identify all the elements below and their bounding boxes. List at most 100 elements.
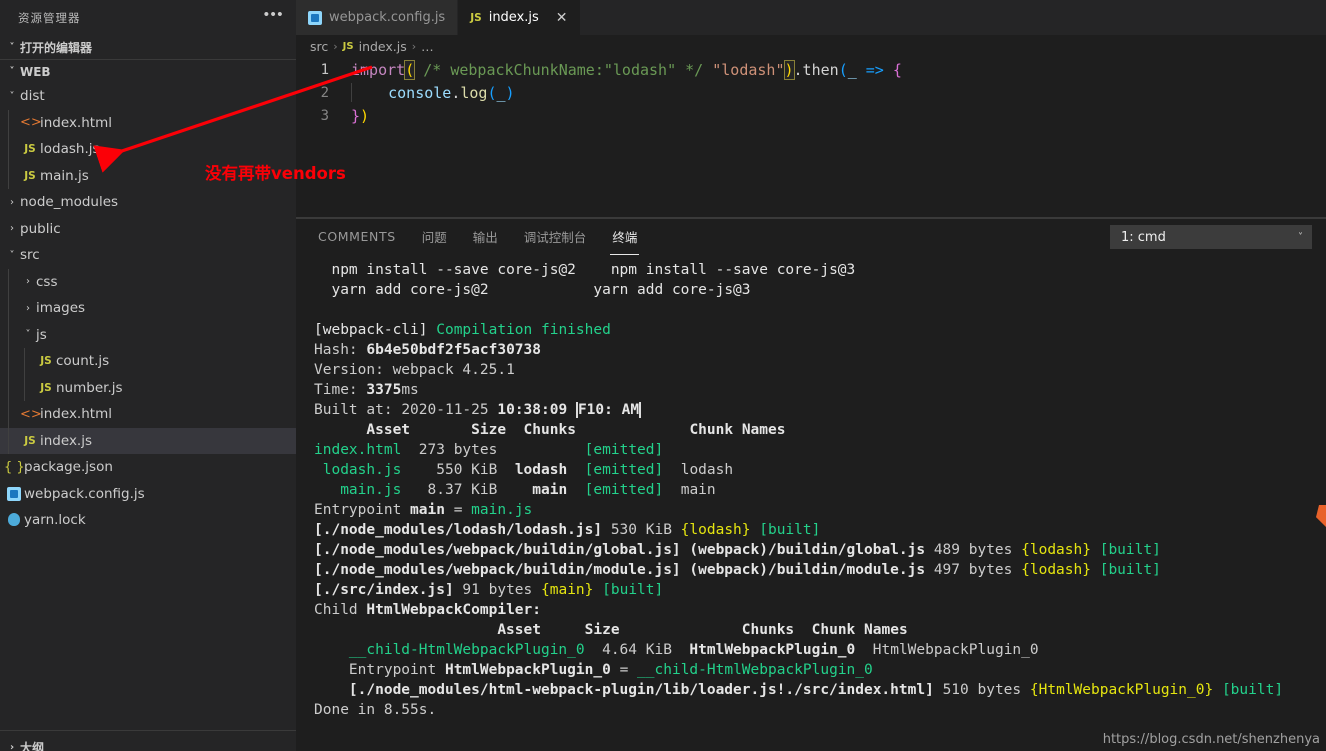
chevron-down-icon[interactable]: ˅: [4, 250, 20, 261]
chevron-down-icon[interactable]: ˅: [20, 329, 36, 340]
terminal-line: index.html 273 bytes [emitted]: [314, 440, 1326, 460]
term-yarn2: yarn add core-js@2: [331, 282, 489, 298]
chevron-right-icon[interactable]: ›: [4, 197, 20, 208]
tree-item-index-html[interactable]: <> index.html: [0, 401, 296, 428]
terminal-line: Child HtmlWebpackCompiler:: [314, 600, 1326, 620]
terminal-selector-value: 1: cmd: [1121, 229, 1166, 245]
close-icon[interactable]: ✕: [556, 11, 568, 25]
term-asset-emitted: [emitted]: [584, 482, 664, 498]
term-child-entry-name: HtmlWebpackPlugin_0: [444, 662, 611, 678]
term-time-label: Time:: [314, 382, 358, 398]
tab-webpack-config[interactable]: webpack.config.js: [296, 0, 459, 35]
breadcrumb-item-symbols[interactable]: …: [421, 39, 434, 54]
tree-item-index-html[interactable]: <> index.html: [0, 109, 296, 136]
tab-index-js[interactable]: JS index.js ✕: [458, 0, 581, 35]
term-child-mod-chunk: {HtmlWebpackPlugin_0}: [1029, 682, 1214, 698]
code-token-string: "lodash": [712, 60, 785, 79]
tree-item-lodash-js[interactable]: JS lodash.js: [0, 136, 296, 163]
tab-comments[interactable]: COMMENTS: [316, 221, 398, 253]
tree-item-js[interactable]: ˅ js: [0, 321, 296, 348]
terminal-line: Asset Size Chunks Chunk Names: [314, 620, 1326, 640]
code-token-import: import: [351, 60, 406, 79]
code-token-log: log: [460, 84, 488, 102]
chevron-right-icon: ›: [333, 40, 338, 53]
chevron-down-icon: ˅: [1298, 231, 1303, 243]
term-npm3: npm install --save core-js@3: [610, 262, 856, 278]
tree-item-dist[interactable]: ˅ dist: [0, 83, 296, 110]
chevron-right-icon[interactable]: ›: [20, 303, 36, 314]
tree-item-src[interactable]: ˅ src: [0, 242, 296, 269]
tree-item-yarn-lock[interactable]: yarn.lock: [0, 507, 296, 534]
tab-terminal[interactable]: 终端: [610, 219, 640, 255]
term-entry-value: main.js: [471, 502, 533, 518]
term-asset-names: main: [680, 482, 716, 498]
tree-item-package-json[interactable]: { } package.json: [0, 454, 296, 481]
sidebar-section-label: 打开的编辑器: [20, 40, 93, 55]
tree-indent-guide: [8, 268, 9, 295]
js-icon: JS: [342, 41, 354, 52]
tree-item-number-js[interactable]: JS number.js: [0, 374, 296, 401]
ellipsis-icon[interactable]: •••: [264, 7, 284, 26]
term-asset-name: index.html: [314, 442, 402, 458]
js-icon: JS: [24, 434, 36, 447]
outline-section[interactable]: › 大纲: [0, 730, 296, 751]
breadcrumb: src › JS index.js › …: [296, 35, 1326, 58]
webpack-icon: [4, 486, 24, 501]
sidebar-section-open-editors[interactable]: ˅ 打开的编辑器: [0, 35, 296, 59]
chevron-right-icon: ›: [9, 741, 15, 751]
editor-tabbar: webpack.config.js JS index.js ✕: [296, 0, 1326, 35]
breadcrumb-item-src[interactable]: src: [310, 39, 328, 54]
term-entry-name: main: [410, 502, 445, 518]
tree-item-label: number.js: [56, 379, 123, 396]
terminal-line: Hash: 6b4e50bdf2f5acf30738: [314, 340, 1326, 360]
tree-item-label: count.js: [56, 353, 110, 370]
term-cli-prefix: [webpack-cli]: [314, 322, 428, 338]
chevron-down-icon[interactable]: ˅: [4, 91, 20, 102]
code-token-then: .then: [793, 60, 839, 79]
term-mod-built: [built]: [1099, 562, 1161, 578]
chevron-down-icon: ˅: [9, 41, 15, 53]
tree-item-css[interactable]: › css: [0, 268, 296, 295]
tab-problems[interactable]: 问题: [420, 219, 449, 255]
sidebar-section-outline[interactable]: › 大纲: [0, 735, 296, 751]
tree-item-index-js[interactable]: JS index.js: [0, 427, 296, 454]
chevron-right-icon[interactable]: ›: [4, 223, 20, 234]
term-version-label: Version:: [314, 362, 384, 378]
term-mod-chunk: {lodash}: [1021, 542, 1091, 558]
sidebar-section-web[interactable]: ˅ WEB: [0, 59, 296, 83]
tab-debug-console[interactable]: 调试控制台: [522, 219, 589, 255]
code-token-paren-close: ): [783, 59, 795, 80]
tree-item-webpack-config-js[interactable]: webpack.config.js: [0, 481, 296, 508]
tree-item-node-modules[interactable]: › node_modules: [0, 189, 296, 216]
term-built-label: Built at:: [314, 402, 393, 418]
tree-item-public[interactable]: › public: [0, 216, 296, 243]
chevron-right-icon[interactable]: ›: [20, 276, 36, 287]
terminal-line: [webpack-cli] Compilation finished: [314, 320, 1326, 340]
term-child-size: 4.64 KiB: [602, 642, 672, 658]
terminal-line: [./node_modules/html-webpack-plugin/lib/…: [314, 680, 1326, 700]
tree-item-count-js[interactable]: JS count.js: [0, 348, 296, 375]
terminal-line: Asset Size Chunks Chunk Names: [314, 420, 1326, 440]
code-token-comment: /* webpackChunkName:"lodash" */: [423, 60, 704, 79]
term-child-entry-value: __child-HtmlWebpackPlugin_0: [637, 662, 873, 678]
tree-item-label: css: [36, 273, 58, 290]
term-asset-emitted: [emitted]: [584, 462, 664, 478]
term-mod-path: [./src/index.js]: [314, 582, 454, 598]
term-time-value: 3375: [366, 382, 402, 398]
terminal-selector[interactable]: 1: cmd ˅: [1110, 225, 1312, 249]
term-npm2: npm install --save core-js@2: [331, 262, 576, 278]
code-line-2: 2 console.log(_): [296, 81, 1326, 104]
term-done: Done in 8.55s.: [314, 702, 437, 718]
code-token-paren: ): [505, 84, 515, 102]
tree-indent-guide: [8, 401, 9, 428]
code-editor[interactable]: 1 import( /* webpackChunkName:"lodash" *…: [296, 58, 1326, 218]
tree-item-main-js[interactable]: JS main.js: [0, 162, 296, 189]
tree-item-images[interactable]: › images: [0, 295, 296, 322]
breadcrumb-item-file[interactable]: index.js: [359, 39, 407, 54]
terminal-line: yarn add core-js@2 yarn add core-js@3: [314, 280, 1326, 300]
term-th-chunks: Chunks: [523, 422, 576, 438]
terminal-output[interactable]: npm install --save core-js@2 npm install…: [296, 254, 1326, 751]
tab-output[interactable]: 输出: [471, 219, 500, 255]
